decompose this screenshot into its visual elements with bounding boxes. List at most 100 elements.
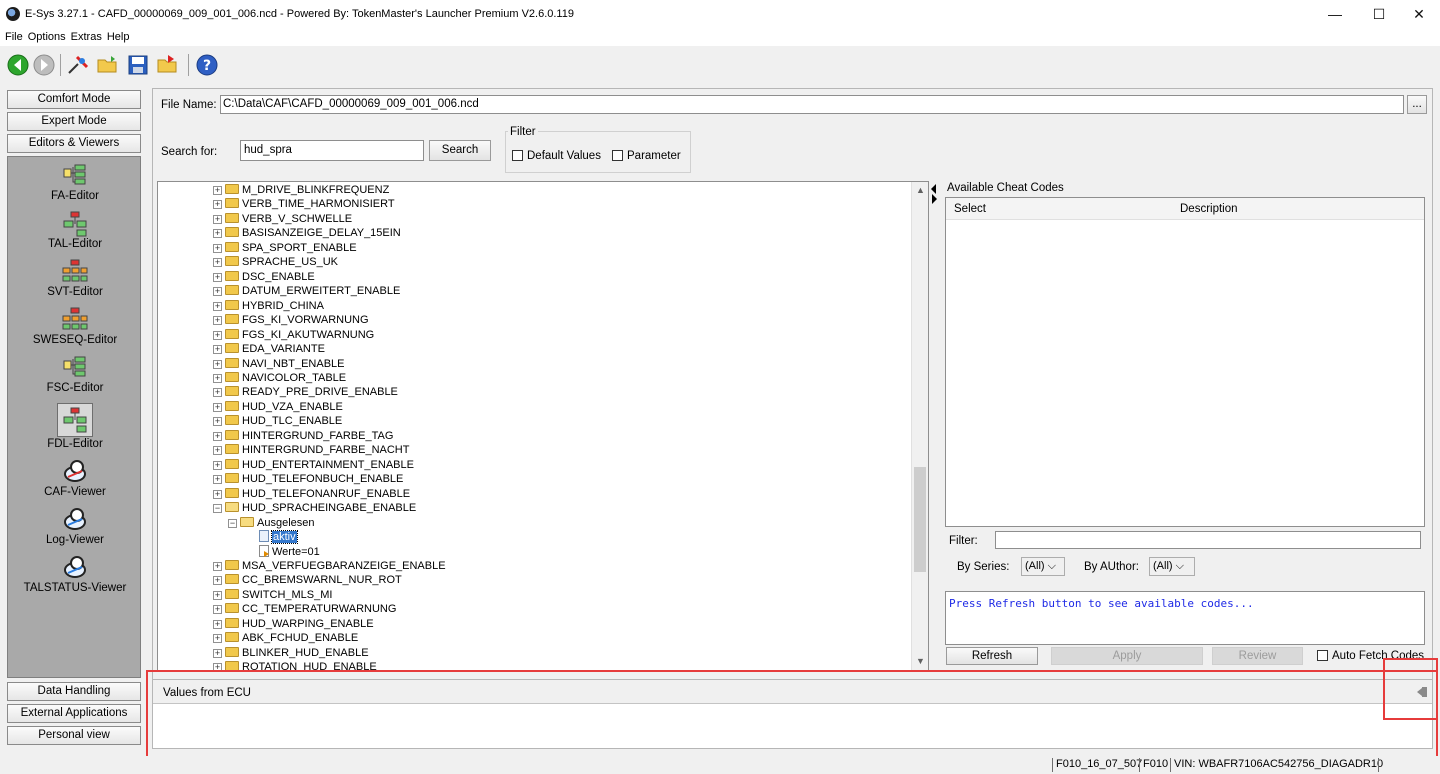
expand-icon[interactable]: +	[213, 634, 222, 644]
apply-button[interactable]: Apply	[1051, 647, 1203, 665]
help-icon[interactable]: ?	[195, 53, 219, 77]
tree-item-selected[interactable]: aktiv	[259, 530, 298, 545]
tree-item[interactable]: + M_DRIVE_BLINKFREQUENZ	[213, 183, 389, 197]
cheat-filter-input[interactable]	[995, 531, 1421, 549]
tree-item[interactable]: + NAVI_NBT_ENABLE	[213, 357, 345, 371]
expand-icon[interactable]: +	[213, 243, 222, 253]
tree-item[interactable]: + HUD_ENTERTAINMENT_ENABLE	[213, 458, 414, 472]
expand-icon[interactable]: +	[213, 301, 222, 311]
cafd-tree[interactable]: + M_DRIVE_BLINKFREQUENZ + VERB_TIME_HARMONI…	[157, 181, 929, 671]
column-description[interactable]: Description	[1180, 203, 1238, 215]
tree-item[interactable]: + HUD_TELEFONBUCH_ENABLE	[213, 472, 403, 486]
expand-icon[interactable]: +	[213, 258, 222, 268]
editors-viewers-button[interactable]: Editors & Viewers	[7, 134, 141, 153]
expand-icon[interactable]: +	[213, 576, 222, 586]
file-name-field[interactable]: C:\Data\CAF\CAFD_00000069_009_001_006.nc…	[220, 95, 1404, 114]
tree-item[interactable]: + CC_BREMSWARNL_NUR_ROT	[213, 573, 402, 587]
tree-item[interactable]: + CC_TEMPERATURWARNUNG	[213, 602, 396, 616]
external-applications-button[interactable]: External Applications	[7, 704, 141, 723]
open-folder-icon[interactable]	[96, 53, 120, 77]
collapse-icon[interactable]: −	[213, 504, 222, 514]
scroll-up-icon[interactable]: ▲	[912, 182, 928, 199]
log-viewer-tool[interactable]: Log-Viewer	[8, 507, 142, 546]
expand-icon[interactable]: +	[213, 229, 222, 239]
tree-item[interactable]: + HUD_WARPING_ENABLE	[213, 617, 374, 631]
tree-item[interactable]: + MSA_VERFUEGBARANZEIGE_ENABLE	[213, 559, 446, 573]
tree-item[interactable]: + ABK_FCHUD_ENABLE	[213, 631, 358, 645]
tree-item[interactable]: + READY_PRE_DRIVE_ENABLE	[213, 385, 398, 399]
expand-icon[interactable]: +	[213, 186, 222, 195]
tree-item[interactable]: + SPRACHE_US_UK	[213, 255, 338, 269]
expand-icon[interactable]: +	[213, 402, 222, 412]
expand-icon[interactable]: +	[213, 561, 222, 571]
scroll-thumb[interactable]	[914, 467, 926, 572]
menu-options[interactable]: Options	[23, 28, 66, 43]
expand-icon[interactable]: +	[213, 345, 222, 355]
expand-icon[interactable]: +	[213, 330, 222, 340]
tree-item[interactable]: + DATUM_ERWEITERT_ENABLE	[213, 284, 400, 298]
default-values-box[interactable]	[512, 150, 523, 161]
tree-item[interactable]: + FGS_KI_AKUTWARNUNG	[213, 328, 374, 342]
tree-item[interactable]: + HINTERGRUND_FARBE_NACHT	[213, 443, 409, 457]
fsc-editor-tool[interactable]: FSC-Editor	[8, 355, 142, 394]
tree-item[interactable]: + SPA_SPORT_ENABLE	[213, 241, 357, 255]
review-button[interactable]: Review	[1212, 647, 1303, 665]
by-author-select[interactable]: (All) ⌵	[1149, 557, 1195, 576]
tree-item[interactable]: + FGS_KI_VORWARNUNG	[213, 313, 369, 327]
svt-editor-tool[interactable]: SVT-Editor	[8, 259, 142, 298]
browse-button[interactable]: ...	[1407, 95, 1427, 114]
search-button[interactable]: Search	[429, 140, 491, 161]
fdl-editor-tool[interactable]: FDL-Editor	[8, 403, 142, 450]
sweseq-editor-tool[interactable]: SWESEQ-Editor	[8, 307, 142, 346]
menu-extras[interactable]: Extras	[66, 28, 102, 43]
cheat-codes-grid[interactable]: Select Description	[945, 197, 1425, 527]
expand-icon[interactable]: +	[213, 287, 222, 297]
collapse-icon[interactable]: −	[228, 518, 237, 528]
tree-item[interactable]: + VERB_TIME_HARMONISIERT	[213, 197, 395, 211]
expand-icon[interactable]: +	[213, 373, 222, 383]
expand-icon[interactable]: +	[213, 648, 222, 658]
fa-editor-tool[interactable]: FA-Editor	[8, 163, 142, 202]
forward-arrow-icon[interactable]	[32, 53, 56, 77]
expand-icon[interactable]: +	[213, 388, 222, 398]
expand-icon[interactable]: +	[213, 605, 222, 615]
menu-help[interactable]: Help	[102, 28, 130, 43]
parameter-box[interactable]	[612, 150, 623, 161]
tree-item[interactable]: + BASISANZEIGE_DELAY_15EIN	[213, 226, 401, 240]
expand-icon[interactable]: +	[213, 359, 222, 369]
talstatus-viewer-tool[interactable]: TALSTATUS-Viewer	[8, 555, 142, 594]
tree-scrollbar[interactable]: ▲ ▼	[911, 182, 928, 670]
expand-icon[interactable]: +	[213, 214, 222, 224]
splitter-arrows-icon[interactable]	[929, 183, 939, 205]
tree-item[interactable]: + HINTERGRUND_FARBE_TAG	[213, 429, 393, 443]
menu-file[interactable]: File	[0, 28, 23, 43]
save-icon[interactable]	[126, 53, 150, 77]
back-arrow-icon[interactable]	[6, 53, 30, 77]
expand-icon[interactable]: +	[213, 431, 222, 441]
expert-mode-button[interactable]: Expert Mode	[7, 112, 141, 131]
tree-item[interactable]: + VERB_V_SCHWELLE	[213, 212, 352, 226]
default-values-checkbox[interactable]: Default Values	[512, 150, 601, 162]
by-series-select[interactable]: (All) ⌵	[1021, 557, 1065, 576]
search-input[interactable]: hud_spra	[240, 140, 424, 161]
minimize-button[interactable]: —	[1312, 0, 1358, 28]
column-select[interactable]: Select	[954, 203, 986, 215]
parameter-checkbox[interactable]: Parameter	[612, 150, 681, 162]
tree-item-child[interactable]: − Ausgelesen	[228, 516, 315, 530]
personal-view-button[interactable]: Personal view	[7, 726, 141, 745]
tree-item-value[interactable]: Werte=01	[259, 544, 320, 559]
expand-icon[interactable]: +	[213, 489, 222, 499]
export-folder-icon[interactable]	[156, 53, 180, 77]
tal-editor-tool[interactable]: TAL-Editor	[8, 211, 142, 250]
comfort-mode-button[interactable]: Comfort Mode	[7, 90, 141, 109]
expand-icon[interactable]: +	[213, 475, 222, 485]
tree-item[interactable]: + HUD_TELEFONANRUF_ENABLE	[213, 487, 410, 501]
expand-icon[interactable]: +	[213, 417, 222, 427]
auto-fetch-box[interactable]	[1317, 650, 1328, 661]
tree-item[interactable]: + HUD_VZA_ENABLE	[213, 400, 343, 414]
close-button[interactable]: ✕	[1396, 0, 1440, 28]
tree-item[interactable]: + HYBRID_CHINA	[213, 299, 324, 313]
expand-icon[interactable]: +	[213, 200, 222, 210]
expand-icon[interactable]: +	[213, 316, 222, 326]
expand-icon[interactable]: +	[213, 590, 222, 600]
